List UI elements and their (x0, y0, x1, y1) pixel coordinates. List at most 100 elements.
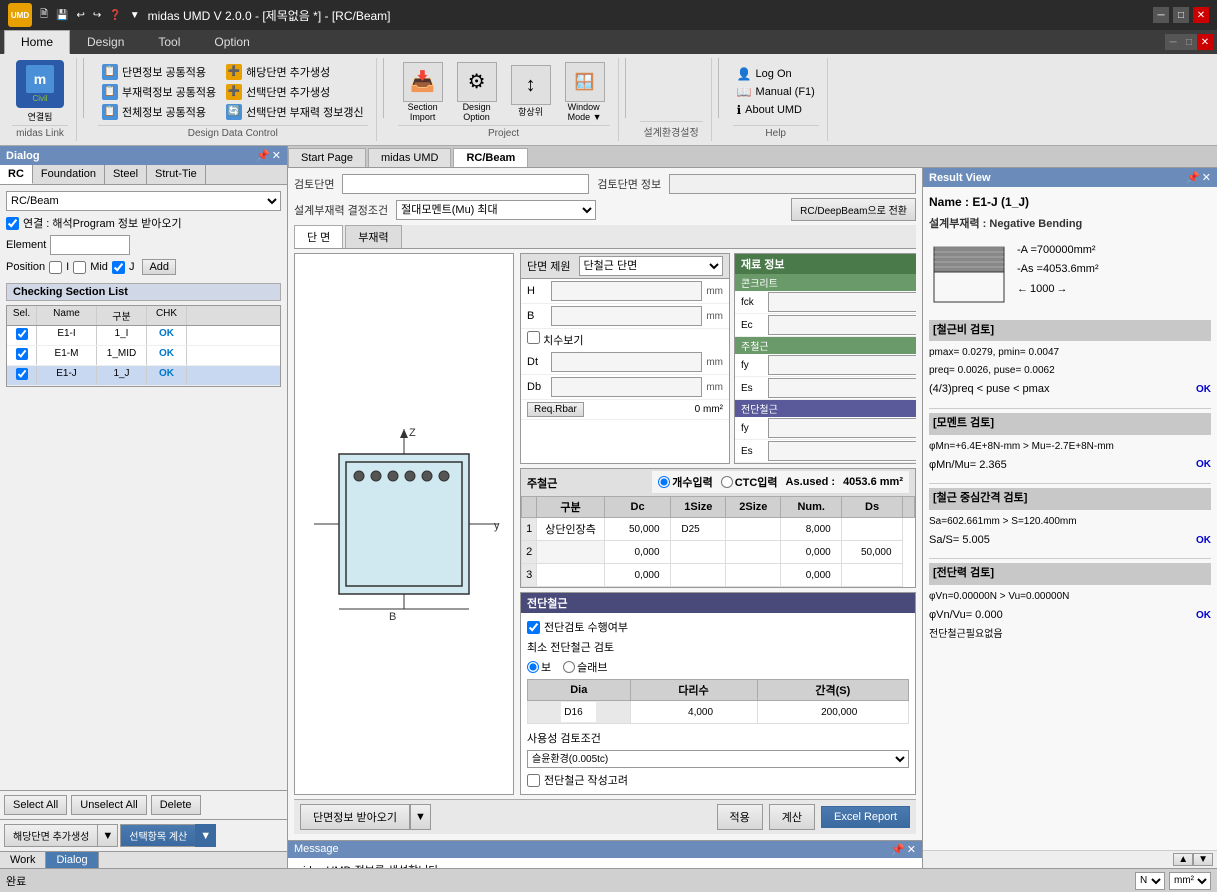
dialog-pin-btn[interactable]: 📌 (256, 149, 270, 162)
refresh-section-btn[interactable]: 🔄 선택단면 부재력 정보갱신 (222, 103, 367, 121)
connect-checkbox[interactable] (6, 217, 19, 230)
section-info-btn[interactable]: 단면정보 받아오기 (300, 804, 410, 830)
about-btn[interactable]: ℹ About UMD (733, 102, 819, 118)
ec-input[interactable]: 27804,064 (768, 315, 916, 335)
excel-btn[interactable]: Excel Report (821, 806, 910, 828)
dialog-tab-rc[interactable]: RC (0, 165, 33, 184)
midas-link-btn[interactable]: m Civil 연결됨 (12, 58, 68, 125)
shear-legs[interactable] (671, 702, 716, 722)
minimize-btn[interactable]: ─ (1153, 7, 1169, 23)
dialog-tab-strut-tie[interactable]: Strut-Tie (147, 165, 206, 184)
message-pin-btn[interactable]: 📌 (891, 843, 905, 856)
doc-tab-umd[interactable]: midas UMD (368, 148, 451, 167)
design-tab-member-force[interactable]: 부재력 (345, 225, 401, 248)
row3-check[interactable] (16, 368, 28, 380)
delete-btn[interactable]: Delete (151, 795, 201, 815)
element-input[interactable]: 1 (50, 235, 130, 255)
row3-num[interactable] (789, 565, 834, 585)
row1-1size[interactable] (678, 519, 718, 539)
all-info-share-btn[interactable]: 📋 전체정보 공통적용 (98, 103, 220, 121)
ribbon-close-btn[interactable]: ✕ (1197, 34, 1213, 50)
window-mode-btn[interactable]: 🪟 WindowMode ▼ (560, 60, 610, 124)
add-section-btn[interactable]: ➕ 해당단면 추가생성 (222, 63, 367, 81)
row1-2size[interactable] (733, 519, 773, 539)
ribbon-minimize-btn[interactable]: ─ (1165, 34, 1181, 50)
design-option-btn[interactable]: ⚙ DesignOption (452, 60, 502, 124)
row2-num[interactable] (789, 542, 834, 562)
ribbon-tab-design[interactable]: Design (70, 30, 141, 54)
row3-2size[interactable] (733, 565, 773, 585)
shear-es-input[interactable]: 200000,000 (768, 441, 916, 461)
ribbon-restore-btn[interactable]: □ (1181, 34, 1197, 50)
list-row-1[interactable]: E1-I 1_I OK (7, 326, 280, 346)
select-all-btn[interactable]: Select All (4, 795, 67, 815)
shear-dia[interactable] (561, 702, 596, 722)
shear-fy-input[interactable]: 300,000 (768, 418, 916, 438)
dialog-tab-steel[interactable]: Steel (105, 165, 147, 184)
shear-rebar-check[interactable] (527, 774, 540, 787)
dim-h-input[interactable]: 700,000 (551, 281, 702, 301)
section-import-btn[interactable]: 📥 SectionImport (398, 60, 448, 124)
scroll-down-btn[interactable]: ▼ (1193, 853, 1213, 866)
beam-type-select[interactable]: RC/Beam (6, 191, 281, 211)
position-add-btn[interactable]: Add (142, 259, 176, 275)
add-selected-section-btn[interactable]: ➕ 선택단면 추가생성 (222, 83, 367, 101)
dim-dt-input[interactable]: 100,000 (551, 352, 702, 372)
add-section-action-btn[interactable]: 해당단면 추가생성 (4, 824, 97, 847)
calc-arrow[interactable]: ▼ (195, 824, 216, 847)
size-view-check[interactable] (527, 331, 540, 344)
calc-btn[interactable]: 계산 (769, 804, 815, 830)
row1-check[interactable] (16, 328, 28, 340)
list-row-2[interactable]: E1-M 1_MID OK (7, 346, 280, 366)
row2-check[interactable] (16, 348, 28, 360)
list-row-3[interactable]: E1-J 1_J OK (7, 366, 280, 386)
row2-ds[interactable] (850, 542, 895, 562)
result-pin-btn[interactable]: 📌 (1186, 171, 1200, 184)
position-j-check[interactable] (112, 261, 125, 274)
position-mid-check[interactable] (73, 261, 86, 274)
apply-btn[interactable]: 적용 (717, 804, 763, 830)
shear-spacing[interactable] (805, 702, 860, 722)
design-condition-select[interactable]: 절대모멘트(Mu) 최대 (396, 200, 596, 220)
row1-num[interactable] (789, 519, 834, 539)
row2-1size[interactable] (678, 542, 718, 562)
dialog-tab-foundation[interactable]: Foundation (33, 165, 105, 184)
count-radio[interactable] (658, 476, 670, 488)
usage-select[interactable]: 슬윤환경(0.005tc) (527, 750, 909, 768)
row1-dc[interactable] (613, 519, 663, 539)
maximize-btn[interactable]: □ (1173, 7, 1189, 23)
position-i-check[interactable] (49, 261, 62, 274)
ribbon-tab-option[interactable]: Option (197, 30, 266, 54)
add-section-arrow[interactable]: ▼ (97, 824, 118, 847)
row3-dc[interactable] (613, 565, 663, 585)
beam-radio[interactable] (527, 661, 539, 673)
unit-select-1[interactable]: N (1135, 872, 1165, 890)
calc-selection-btn[interactable]: 선택항목 계산 (120, 824, 195, 847)
ribbon-tab-home[interactable]: Home (4, 30, 70, 54)
always-top-btn[interactable]: ↕ 항상위 (506, 63, 556, 120)
fck-input[interactable]: 27,000 (768, 292, 916, 312)
dim-b-input[interactable]: 1000,000 (551, 306, 702, 326)
rebar-fy-input[interactable]: 300,000 (768, 355, 916, 375)
result-close-btn[interactable]: ✕ (1202, 171, 1211, 184)
section-type-select[interactable]: 단철근 단면 (579, 256, 723, 276)
convert-to-deep-beam-btn[interactable]: RC/DeepBeam으로 전환 (791, 198, 916, 221)
close-btn[interactable]: ✕ (1193, 7, 1209, 23)
dialog-close-btn[interactable]: ✕ (272, 149, 281, 162)
design-tab-section[interactable]: 단 면 (294, 225, 343, 248)
ctc-radio[interactable] (721, 476, 733, 488)
req-rbar-btn[interactable]: Req.Rbar (527, 402, 584, 417)
work-tab[interactable]: Work (0, 852, 46, 868)
member-force-share-btn[interactable]: 📋 부재력정보 공통적용 (98, 83, 220, 101)
dialog-work-tab[interactable]: Dialog (46, 852, 98, 868)
shear-check[interactable] (527, 621, 540, 634)
unit-select-2[interactable]: mm² (1169, 872, 1211, 890)
unselect-all-btn[interactable]: Unselect All (71, 795, 146, 815)
message-close-btn[interactable]: ✕ (907, 843, 916, 856)
dim-db-input[interactable]: 100,000 (551, 377, 702, 397)
doc-tab-rcbeam[interactable]: RC/Beam (453, 148, 528, 167)
section-info-share-btn[interactable]: 📋 단면정보 공통적용 (98, 63, 220, 81)
scroll-up-btn[interactable]: ▲ (1173, 853, 1193, 866)
row2-dc[interactable] (613, 542, 663, 562)
doc-tab-start[interactable]: Start Page (288, 148, 366, 167)
